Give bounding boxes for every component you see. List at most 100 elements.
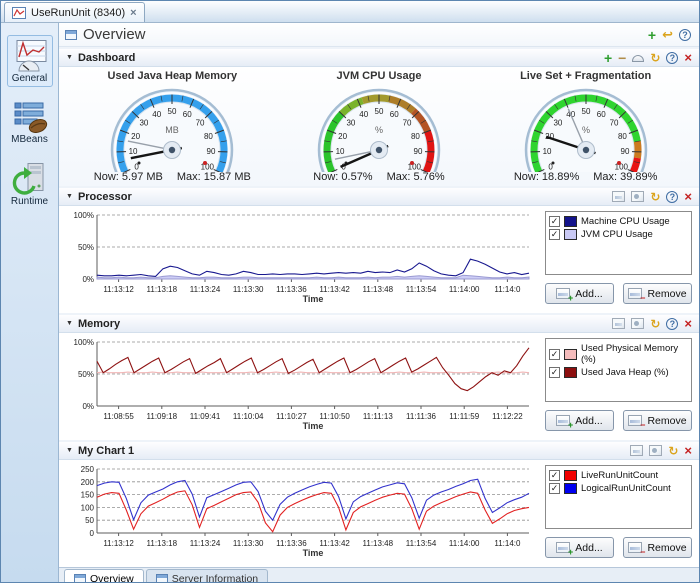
help-icon[interactable]: ?: [666, 52, 678, 64]
svg-text:11:10:27: 11:10:27: [276, 412, 307, 421]
svg-text:250: 250: [81, 465, 95, 474]
memory-toolbar: ↻? ×: [612, 318, 692, 330]
gauge-icon[interactable]: [632, 55, 644, 62]
section-processor: Processor ↻?× 0%50%100%11:13:1211:13:181…: [59, 186, 699, 313]
help-icon[interactable]: ?: [679, 29, 691, 41]
my-chart-header[interactable]: My Chart 1 ↻×: [59, 442, 699, 460]
svg-text:11:13:54: 11:13:54: [406, 539, 437, 548]
refresh-icon[interactable]: ↻: [650, 52, 660, 64]
tab-server-information[interactable]: Server Information: [146, 569, 268, 583]
chart-export-icon[interactable]: [612, 191, 625, 202]
chart-accessibility-icon[interactable]: [631, 318, 644, 329]
help-icon[interactable]: ?: [666, 318, 678, 330]
legend-checkbox[interactable]: [549, 470, 560, 481]
svg-text:100: 100: [408, 162, 422, 171]
svg-text:100: 100: [81, 503, 95, 512]
gauge-dial: 0102030405060708090100MB: [84, 82, 260, 172]
tab-overview[interactable]: Overview: [64, 569, 144, 583]
remove-attribute-button[interactable]: Remove: [623, 283, 692, 304]
legend-checkbox[interactable]: [549, 367, 560, 378]
collapse-icon[interactable]: [66, 320, 73, 327]
svg-text:11:13:24: 11:13:24: [190, 539, 221, 548]
legend-checkbox[interactable]: [549, 483, 560, 494]
legend-label: LiveRunUnitCount: [581, 470, 658, 481]
svg-text:Time: Time: [303, 421, 324, 431]
help-icon[interactable]: ?: [666, 191, 678, 203]
legend-checkbox[interactable]: [549, 216, 560, 227]
legend-checkbox[interactable]: [549, 229, 560, 240]
collapse-icon[interactable]: [66, 193, 73, 200]
gauge-now-value: Now: 18.89%: [514, 171, 579, 183]
svg-text:50%: 50%: [78, 243, 94, 252]
svg-text:90: 90: [414, 147, 423, 156]
svg-text:11:13:48: 11:13:48: [363, 285, 394, 294]
remove-attribute-button[interactable]: Remove: [623, 537, 692, 558]
sidebar-item-mbeans[interactable]: MBeans: [6, 97, 53, 148]
svg-text:80: 80: [411, 132, 420, 141]
overview-page-icon: [65, 30, 77, 40]
collapse-icon[interactable]: [66, 447, 73, 454]
svg-text:11:11:13: 11:11:13: [363, 412, 394, 421]
svg-text:11:08:55: 11:08:55: [103, 412, 134, 421]
gauge-values: Now: 5.97 MBMax: 15.87 MB: [94, 171, 251, 183]
refresh-icon[interactable]: ↻: [650, 318, 660, 330]
sidebar-item-general[interactable]: General: [7, 35, 53, 87]
svg-text:100%: 100%: [74, 338, 94, 347]
close-icon[interactable]: ×: [684, 318, 692, 330]
chart-export-icon[interactable]: [630, 445, 643, 456]
svg-text:Time: Time: [303, 294, 324, 304]
chart-accessibility-icon[interactable]: [631, 191, 644, 202]
gauge: Live Set + Fragmentation0102030405060708…: [498, 69, 674, 183]
tab-close-icon[interactable]: [130, 8, 136, 18]
memory-header[interactable]: Memory ↻?×: [59, 315, 699, 333]
svg-text:%: %: [375, 125, 383, 135]
svg-text:10: 10: [542, 147, 551, 156]
legend-swatch: [564, 483, 577, 494]
general-tab-icon: [12, 39, 48, 72]
svg-text:11:09:18: 11:09:18: [147, 412, 178, 421]
close-icon[interactable]: ×: [684, 445, 692, 457]
add-attribute-button[interactable]: Add...: [545, 537, 614, 558]
remove-attribute-button[interactable]: Remove: [623, 410, 692, 431]
gauge-title: Used Java Heap Memory: [108, 70, 238, 82]
svg-text:30: 30: [553, 119, 562, 128]
add-icon[interactable]: +: [604, 52, 612, 64]
remove-chart-icon: [628, 542, 642, 553]
legend-checkbox[interactable]: [549, 349, 560, 360]
dashboard-header[interactable]: Dashboard +−↻?×: [59, 49, 699, 67]
legend-row: Used Physical Memory (%): [549, 343, 688, 365]
editor-tab-bar: UseRunUnit (8340): [1, 1, 699, 23]
add-icon[interactable]: +: [648, 29, 656, 41]
legend-row: LiveRunUnitCount: [549, 470, 688, 481]
chart-accessibility-icon[interactable]: [649, 445, 662, 456]
close-icon[interactable]: ×: [684, 191, 692, 203]
svg-text:11:14:0: 11:14:0: [494, 539, 521, 548]
gauge-now-value: Now: 5.97 MB: [94, 171, 163, 183]
add-attribute-button[interactable]: Add...: [545, 410, 614, 431]
chart-export-icon[interactable]: [612, 318, 625, 329]
editor-tab[interactable]: UseRunUnit (8340): [4, 2, 145, 22]
memory-chart: 0%50%100%11:08:5511:09:1811:09:4111:10:0…: [61, 336, 537, 437]
svg-text:11:13:18: 11:13:18: [147, 539, 178, 548]
add-attribute-button[interactable]: Add...: [545, 283, 614, 304]
collapse-icon[interactable]: [66, 54, 73, 61]
sidebar-item-label: Runtime: [11, 196, 48, 207]
legend-box: Machine CPU UsageJVM CPU Usage: [545, 211, 692, 275]
refresh-icon[interactable]: ↻: [650, 191, 660, 203]
remove-icon[interactable]: −: [618, 52, 626, 64]
my-chart-toolbar: ↻×: [630, 445, 692, 457]
refresh-icon[interactable]: ↻: [668, 445, 678, 457]
page-title: Overview: [83, 26, 648, 43]
svg-text:11:13:24: 11:13:24: [190, 285, 221, 294]
svg-text:50%: 50%: [78, 370, 94, 379]
reset-icon[interactable]: ↩: [662, 29, 673, 41]
gauge-values: Now: 0.57%Max: 5.76%: [313, 171, 444, 183]
legend-label: LogicalRunUnitCount: [581, 483, 671, 494]
remove-chart-icon: [628, 415, 642, 426]
processor-header[interactable]: Processor ↻?×: [59, 188, 699, 206]
overview-tab-icon: [74, 574, 86, 583]
close-icon[interactable]: ×: [684, 52, 692, 64]
svg-text:Time: Time: [303, 548, 324, 558]
legend-row: LogicalRunUnitCount: [549, 483, 688, 494]
sidebar-item-runtime[interactable]: Runtime: [6, 158, 53, 210]
